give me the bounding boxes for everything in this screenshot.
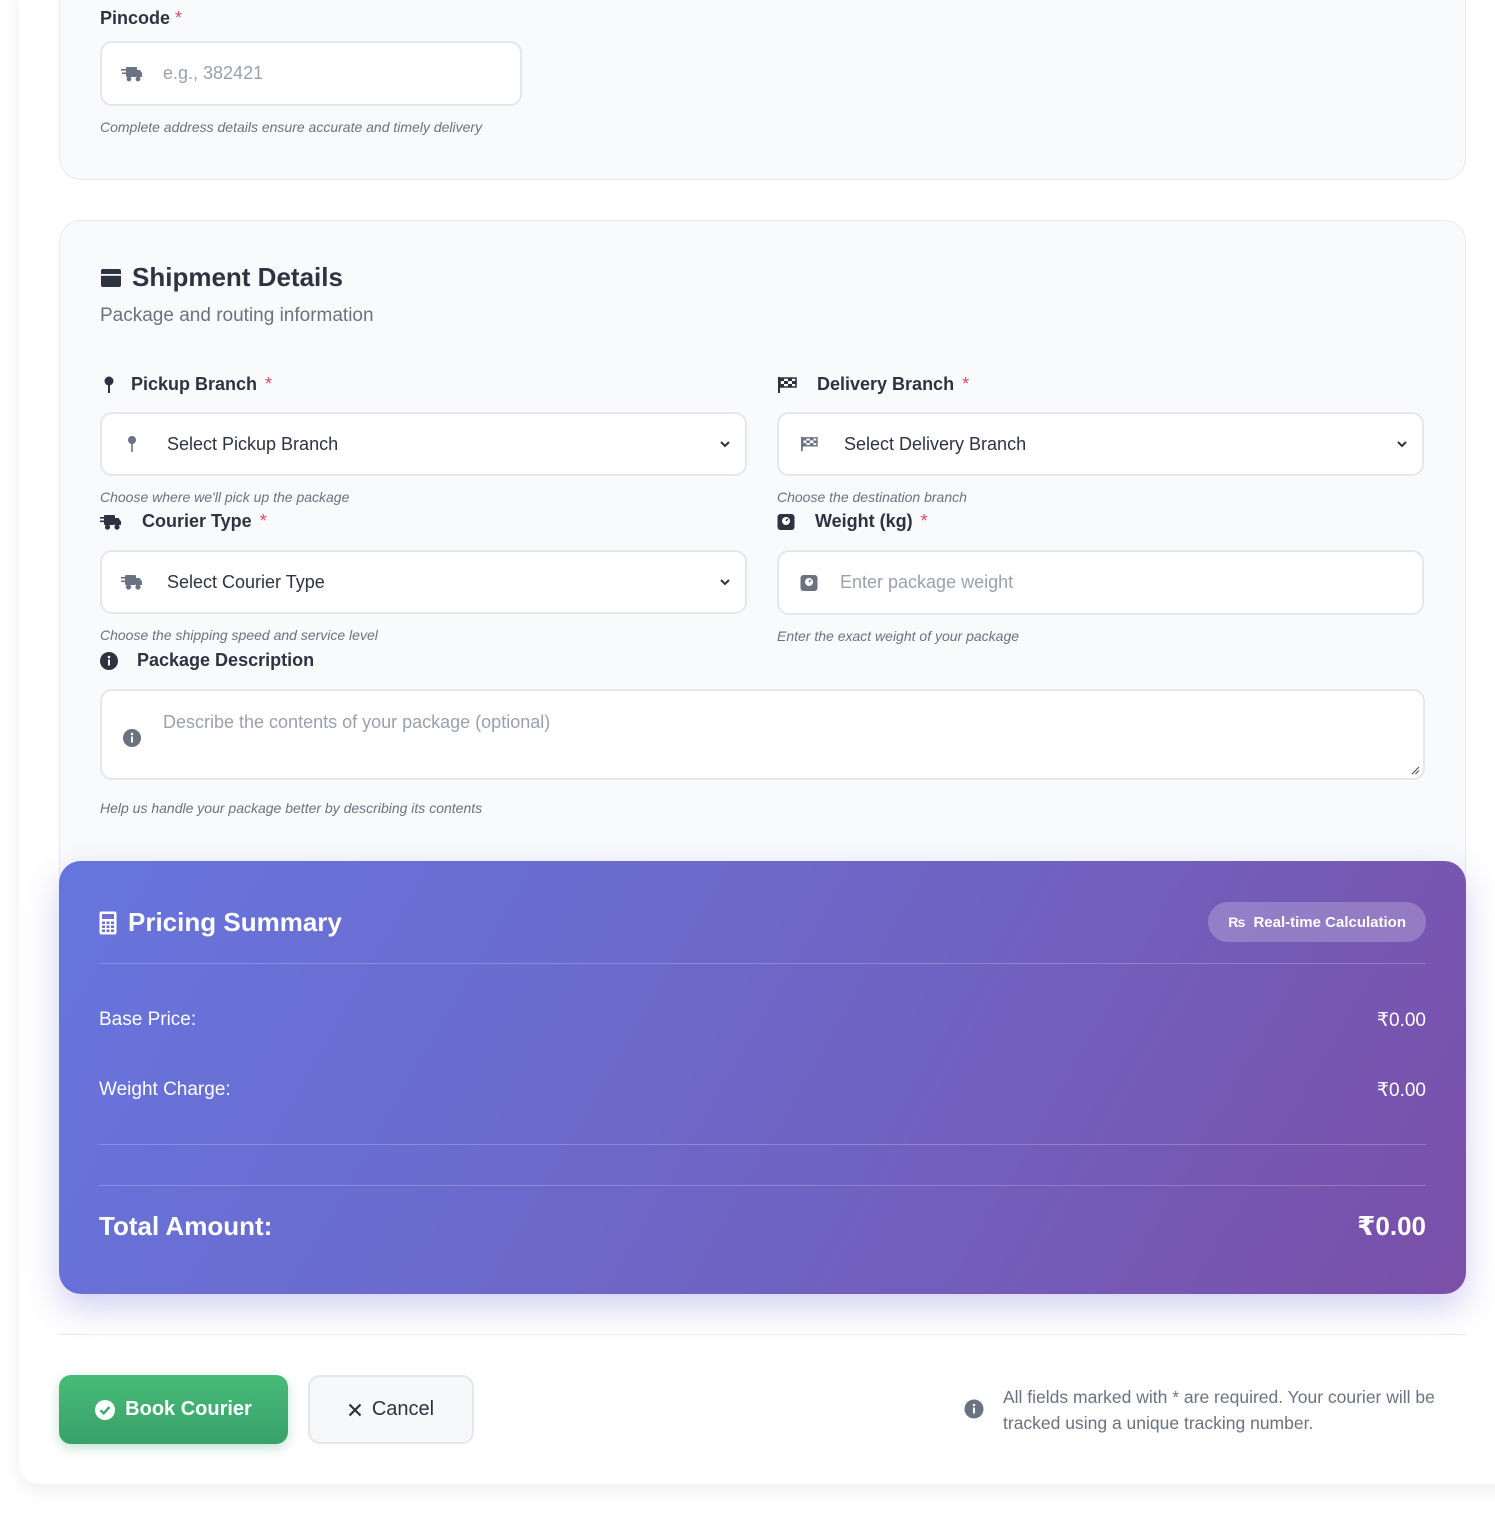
courier-type-hint: Choose the shipping speed and service le… <box>100 627 378 643</box>
x-icon <box>348 1403 362 1417</box>
realtime-badge: ₨ Real-time Calculation <box>1208 902 1426 942</box>
weight-label: Weight (kg) * <box>777 511 928 532</box>
pricing-divider <box>99 1144 1426 1145</box>
courier-type-value: Select Courier Type <box>167 571 325 592</box>
truck-icon <box>100 513 122 531</box>
address-hint: Complete address details ensure accurate… <box>100 119 483 135</box>
description-placeholder: Describe the contents of your package (o… <box>163 712 551 732</box>
weight-hint: Enter the exact weight of your package <box>777 628 1020 644</box>
pricing-title: Pricing Summary <box>99 907 342 938</box>
shipment-subtitle: Package and routing information <box>100 305 374 326</box>
pickup-label: Pickup Branch * <box>100 374 272 395</box>
pincode-input[interactable]: e.g., 382421 <box>100 41 522 106</box>
pincode-placeholder: e.g., 382421 <box>163 63 264 83</box>
weight-input[interactable]: Enter package weight <box>777 550 1424 615</box>
check-circle-icon <box>95 1399 116 1420</box>
delivery-hint: Choose the destination branch <box>777 489 967 505</box>
pickup-hint: Choose where we'll pick up the package <box>100 489 350 505</box>
courier-type-label: Courier Type * <box>100 511 267 532</box>
weight-charge-label: Weight Charge: <box>99 1079 231 1100</box>
weight-placeholder: Enter package weight <box>840 572 1014 592</box>
description-hint: Help us handle your package better by de… <box>100 800 483 816</box>
resize-handle-icon[interactable] <box>1410 765 1420 775</box>
courier-type-select[interactable]: Select Courier Type <box>100 550 747 614</box>
weight-scale-icon <box>777 513 795 531</box>
pickup-branch-value: Select Pickup Branch <box>167 433 339 454</box>
required-fields-note: All fields marked with * are required. Y… <box>1003 1387 1435 1433</box>
info-circle-icon <box>964 1399 984 1419</box>
pricing-divider <box>99 963 1426 964</box>
cancel-button[interactable]: Cancel <box>308 1375 474 1444</box>
required-mark: * <box>175 8 183 28</box>
description-textarea[interactable]: Describe the contents of your package (o… <box>100 689 1425 780</box>
info-circle-icon <box>100 651 118 670</box>
rupee-sign-icon: ₨ <box>1228 914 1246 930</box>
map-pin-icon <box>100 376 118 394</box>
info-circle-icon <box>121 727 143 749</box>
map-pin-icon <box>121 433 143 455</box>
weight-scale-icon <box>798 572 820 594</box>
pricing-summary: Pricing Summary ₨ Real-time Calculation … <box>59 861 1466 1294</box>
calculator-icon <box>99 911 117 935</box>
chevron-down-icon <box>720 441 730 448</box>
chevron-down-icon <box>720 579 730 586</box>
book-courier-button[interactable]: Book Courier <box>59 1375 288 1444</box>
shipment-title: Shipment Details <box>100 262 343 293</box>
actions-divider <box>59 1334 1466 1335</box>
delivery-label: Delivery Branch * <box>777 374 969 395</box>
total-amount-value: ₹0.00 <box>1357 1211 1426 1241</box>
pricing-divider <box>99 1185 1426 1186</box>
delivery-branch-value: Select Delivery Branch <box>844 433 1027 454</box>
truck-icon <box>121 571 143 593</box>
total-amount-label: Total Amount: <box>99 1211 273 1241</box>
weight-charge-value: ₹0.00 <box>1376 1080 1426 1101</box>
chevron-down-icon <box>1397 441 1407 448</box>
delivery-branch-select[interactable]: Select Delivery Branch <box>777 412 1424 476</box>
pickup-branch-select[interactable]: Select Pickup Branch <box>100 412 747 476</box>
base-price-value: ₹0.00 <box>1376 1010 1426 1031</box>
pincode-label: Pincode * <box>100 8 183 28</box>
checkered-flag-icon <box>798 433 820 455</box>
description-label: Package Description <box>100 650 314 671</box>
box-icon <box>100 267 122 289</box>
shipping-fast-icon <box>121 63 143 85</box>
base-price-label: Base Price: <box>99 1009 197 1030</box>
checkered-flag-icon <box>777 376 797 394</box>
